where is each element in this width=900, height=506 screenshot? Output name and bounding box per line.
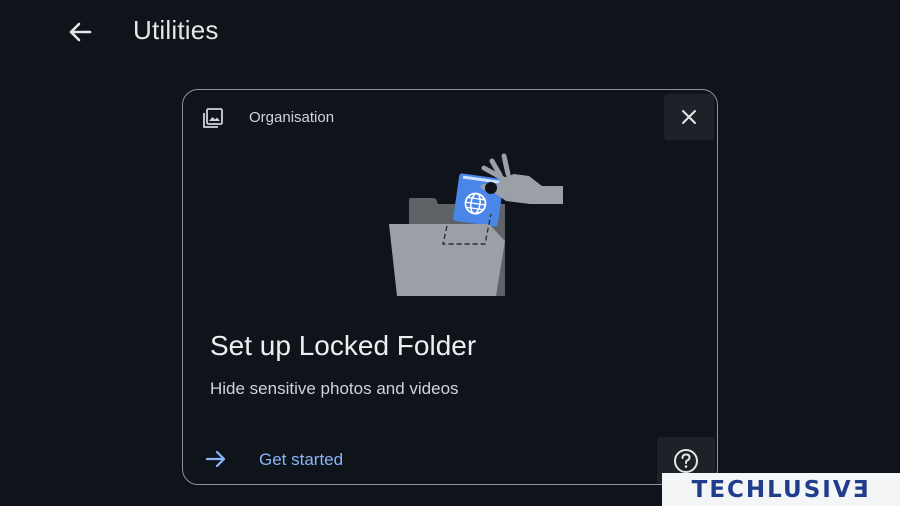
photo-library-icon	[203, 108, 223, 128]
watermark-logo: TECHLUSIVƎ	[662, 473, 900, 506]
close-icon	[682, 110, 696, 124]
arrow-back-icon	[69, 22, 92, 42]
help-circle-icon	[674, 449, 698, 473]
top-app-bar: Utilities	[0, 0, 900, 64]
card-subtitle: Hide sensitive photos and videos	[210, 379, 459, 398]
arrow-forward-icon[interactable]	[204, 447, 228, 471]
card-category-label: Organisation	[249, 109, 335, 126]
locked-folder-illustration	[389, 153, 563, 296]
card-heading: Set up Locked Folder	[210, 330, 477, 361]
get-started-button[interactable]: Get started	[259, 450, 343, 470]
locked-folder-card: Organisation Set up Locked Folder Hide s…	[182, 89, 718, 485]
back-button[interactable]	[64, 16, 96, 48]
close-button[interactable]	[664, 94, 714, 140]
watermark-text: TECHLUSIVƎ	[691, 476, 871, 503]
page-title: Utilities	[133, 15, 219, 45]
